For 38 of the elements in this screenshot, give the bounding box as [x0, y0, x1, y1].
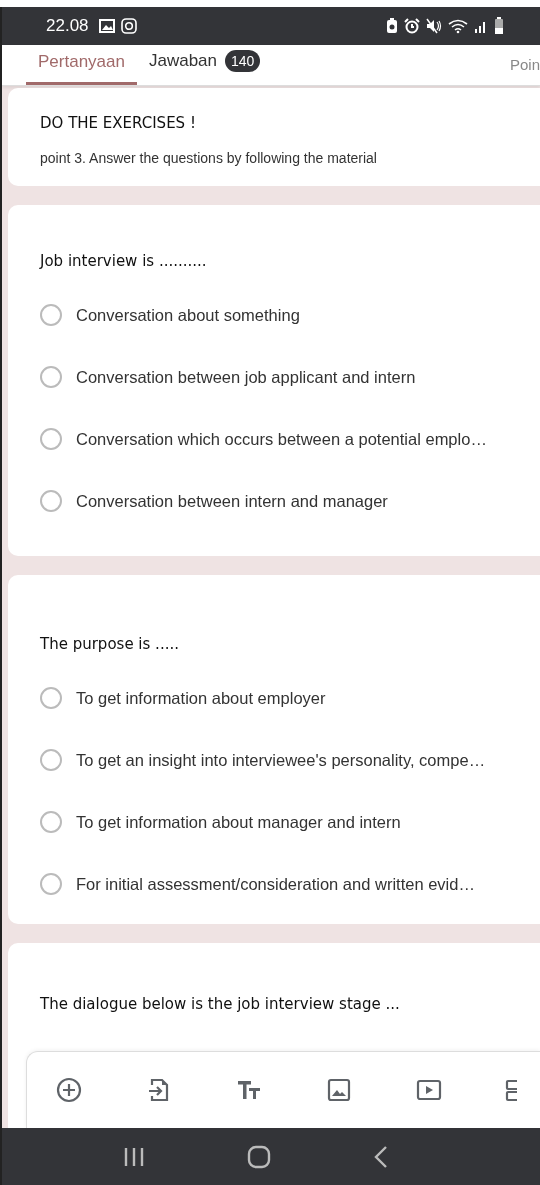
image-icon: [98, 19, 115, 33]
battery-icon: [494, 17, 504, 35]
question-title: Job interview is ..........: [40, 252, 208, 270]
radio-button[interactable]: [40, 490, 62, 512]
radio-button[interactable]: [40, 687, 62, 709]
radio-button[interactable]: [40, 304, 62, 326]
radio-button[interactable]: [40, 428, 62, 450]
option-label[interactable]: Conversation which occurs between a potential emplo…: [76, 429, 487, 449]
home-icon[interactable]: [247, 1144, 271, 1169]
clock: 22.08: [46, 16, 89, 36]
recent-apps-icon[interactable]: [123, 1145, 145, 1168]
battery-saver-icon: [386, 18, 398, 34]
radio-button[interactable]: [40, 873, 62, 895]
radio-button[interactable]: [40, 749, 62, 771]
mute-icon: [426, 18, 442, 34]
form-description: point 3. Answer the questions by following the material: [40, 150, 378, 166]
back-icon[interactable]: [373, 1144, 389, 1169]
option-label[interactable]: To get information about manager and intern: [76, 812, 401, 832]
radio-button[interactable]: [40, 366, 62, 388]
points-label: Poin: [509, 56, 540, 75]
image-icon[interactable]: [325, 1076, 353, 1104]
tab[interactable]: Jawaban 140: [136, 50, 273, 85]
question-title: The purpose is .....: [40, 635, 180, 653]
count-badge: 140: [225, 50, 261, 72]
add-icon[interactable]: [55, 1076, 83, 1104]
question-title: The dialogue below is the job interview stage ...: [40, 995, 401, 1013]
option-label[interactable]: Conversation about something: [76, 305, 300, 325]
tab[interactable]: Pertanyaan: [26, 52, 137, 85]
option-label[interactable]: To get information about employer: [76, 688, 326, 708]
option-label[interactable]: Conversation between intern and manager: [76, 491, 388, 511]
option-label[interactable]: For initial assessment/consideration and written evid…: [76, 874, 475, 894]
alarm-icon: [404, 18, 420, 34]
option-label[interactable]: Conversation between job applicant and intern: [76, 367, 416, 387]
option-label[interactable]: To get an insight into interviewee's personality, compe…: [76, 750, 486, 770]
camera-icon: [120, 18, 137, 34]
wifi-icon: [448, 18, 468, 34]
form-title: DO THE EXERCISES !: [40, 114, 197, 132]
radio-button[interactable]: [40, 811, 62, 833]
